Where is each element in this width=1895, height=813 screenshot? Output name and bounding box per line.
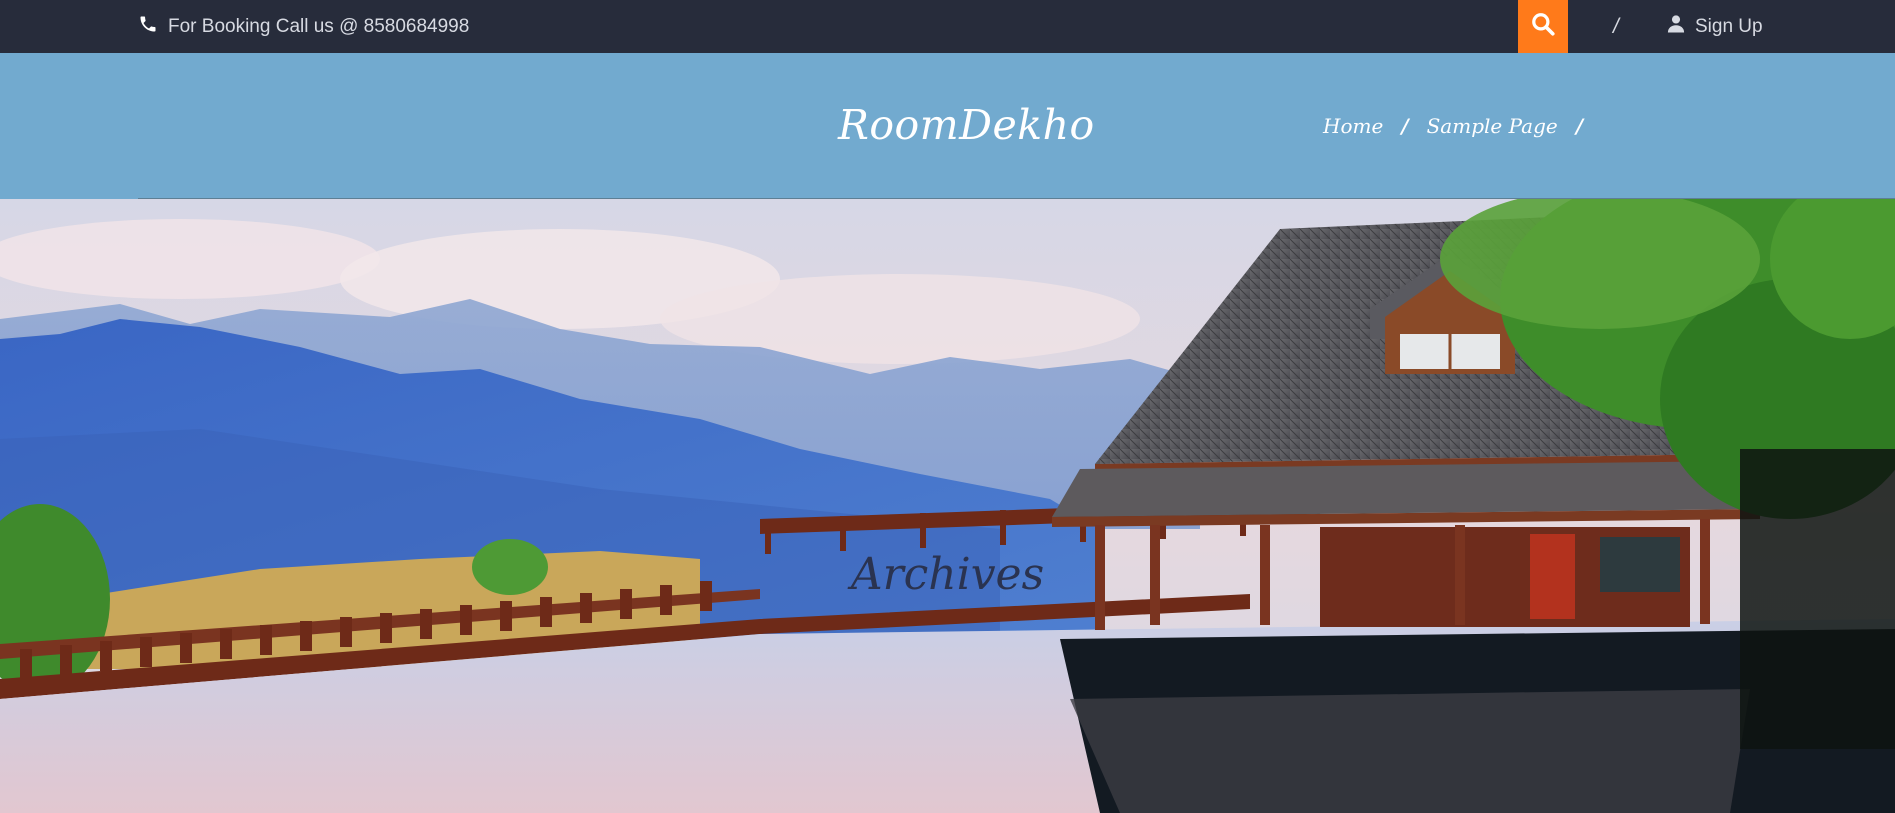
search-icon[interactable] — [1530, 11, 1556, 42]
hero-image — [0, 199, 1895, 813]
nav-item-sample-page[interactable]: Sample Page — [1427, 114, 1558, 138]
topbar-separator: / — [1613, 14, 1619, 38]
site-logo[interactable]: RoomDekho — [838, 101, 1095, 149]
site-header: RoomDekho Home / Sample Page / — [0, 53, 1895, 199]
signup-label[interactable]: Sign Up — [1695, 16, 1763, 38]
page-title: Archives — [850, 549, 1045, 600]
search-button[interactable] — [1518, 0, 1568, 53]
nav-separator: / — [1575, 114, 1584, 138]
hero-banner: Archives — [0, 199, 1895, 813]
booking-text: For Booking Call us @ 8580684998 — [168, 15, 470, 37]
top-bar: For Booking Call us @ 8580684998 / Sign … — [0, 0, 1895, 53]
nav-item-home[interactable]: Home — [1323, 114, 1383, 138]
main-nav: Home / Sample Page / — [1323, 53, 1601, 199]
booking-info: For Booking Call us @ 8580684998 — [138, 0, 469, 53]
nav-separator: / — [1401, 114, 1409, 138]
phone-icon — [138, 14, 158, 40]
user-icon — [1667, 14, 1685, 39]
signup-link[interactable]: Sign Up — [1667, 0, 1763, 53]
